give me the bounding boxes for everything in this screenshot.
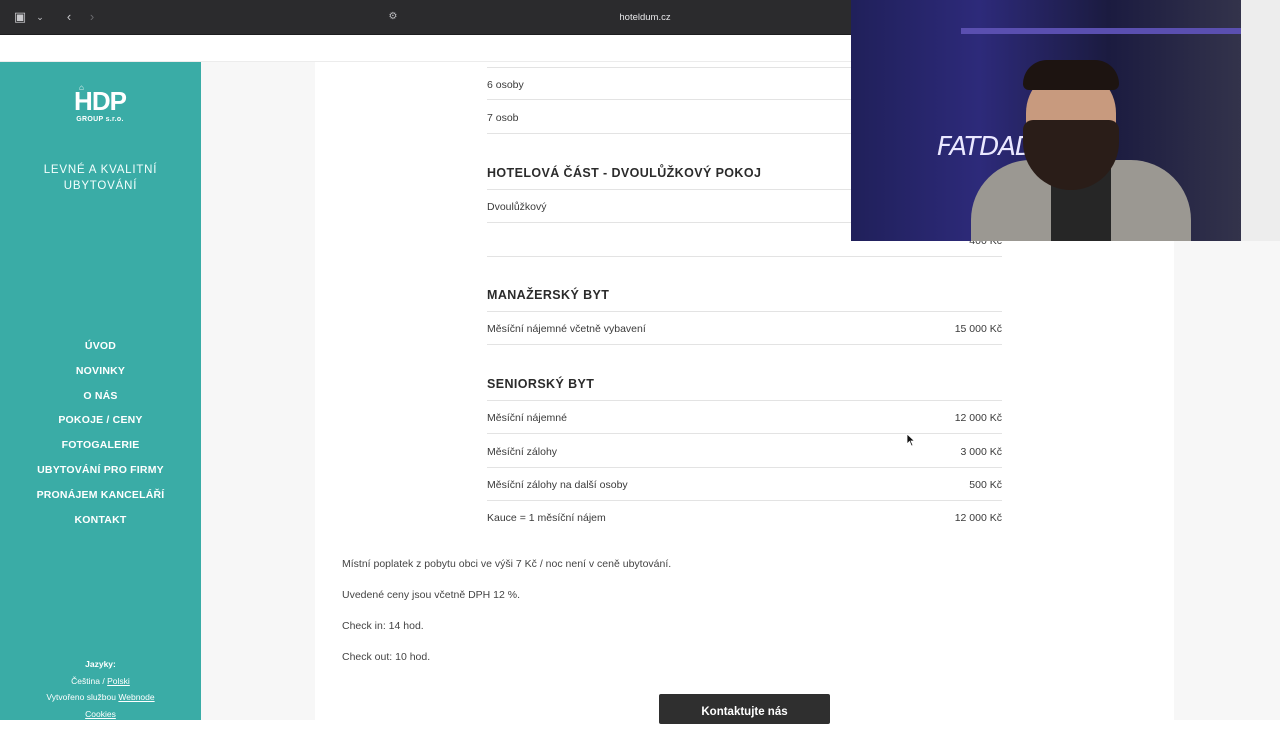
nav-item-kontakt[interactable]: KONTAKT <box>0 508 201 533</box>
nav-item-pokoje-ceny[interactable]: POKOJE / CENY <box>0 408 201 433</box>
row-value: 15 000 Kč <box>954 323 1002 335</box>
note-local-fee: Místní poplatek z pobytu obci ve výši 7 … <box>342 558 672 570</box>
row-value: 500 Kč <box>969 479 1002 491</box>
main-navigation: ÚVOD NOVINKY O NÁS POKOJE / CENY FOTOGAL… <box>0 334 201 532</box>
nav-item-o-nas[interactable]: O NÁS <box>0 384 201 409</box>
row-label: Měsíční zálohy na další osoby <box>487 479 628 491</box>
table-row: Měsíční nájemné včetně vybavení 15 000 K… <box>487 312 1002 345</box>
note-check-in: Check in: 14 hod. <box>342 620 424 632</box>
row-label: Měsíční zálohy <box>487 446 558 458</box>
logo-subtitle: GROUP s.r.o. <box>76 116 124 123</box>
language-current[interactable]: Čeština <box>71 676 100 686</box>
address-bar[interactable]: hoteldum.cz <box>560 10 730 26</box>
nav-item-pronajem-kancelari[interactable]: PRONÁJEM KANCELÁŘÍ <box>0 483 201 508</box>
note-check-out: Check out: 10 hod. <box>342 651 431 663</box>
house-icon: ⌂ <box>79 83 84 92</box>
note-vat: Uvedené ceny jsou včetně DPH 12 %. <box>342 589 521 601</box>
nav-item-ubytovani-pro-firmy[interactable]: UBYTOVÁNÍ PRO FIRMY <box>0 458 201 483</box>
chevron-down-icon[interactable]: ⌄ <box>31 9 49 25</box>
table-row: Měsíční zálohy 3 000 Kč <box>487 435 1002 468</box>
webcam-overlay: FATDAD <box>851 0 1280 241</box>
section-heading-manager: MANAŽERSKÝ BYT <box>487 288 610 302</box>
site-tagline: LEVNÉ A KVALITNÍ UBYTOVÁNÍ <box>43 164 158 192</box>
section-heading-senior: SENIORSKÝ BYT <box>487 377 595 391</box>
nav-item-novinky[interactable]: NOVINKY <box>0 359 201 384</box>
nav-item-fotogalerie[interactable]: FOTOGALERIE <box>0 433 201 458</box>
language-polski-link[interactable]: Polski <box>107 676 130 686</box>
page-settings-icon[interactable]: ⚙ <box>386 10 400 24</box>
row-label: 6 osoby <box>487 79 524 91</box>
row-value: 12 000 Kč <box>954 412 1002 424</box>
person-hair <box>1023 60 1119 90</box>
language-separator: / <box>102 675 105 686</box>
webcam-side-panel <box>1241 0 1280 241</box>
sidebar: ⌂ HDP GROUP s.r.o. LEVNÉ A KVALITNÍ UBYT… <box>0 62 201 720</box>
row-value: 3 000 Kč <box>960 446 1002 458</box>
logo-mark: HDP <box>74 86 127 116</box>
forward-icon[interactable]: › <box>83 9 101 25</box>
table-row: Měsíční nájemné 12 000 Kč <box>487 401 1002 434</box>
created-by-text: Vytvořeno službou <box>46 692 116 702</box>
nav-item-uvod[interactable]: ÚVOD <box>0 334 201 359</box>
table-row: Kauce = 1 měsíční nájem 12 000 Kč <box>487 501 1002 534</box>
row-label: Měsíční nájemné <box>487 412 567 424</box>
mouse-cursor-icon <box>906 433 916 447</box>
back-icon[interactable]: ‹ <box>60 9 78 25</box>
created-by: Vytvořeno službou Webnode <box>0 689 201 706</box>
row-label: 7 osob <box>487 112 519 124</box>
row-label: Měsíční nájemné včetně vybavení <box>487 323 646 335</box>
table-row: Měsíční zálohy na další osoby 500 Kč <box>487 468 1002 501</box>
row-label: Dvoulůžkový <box>487 201 547 213</box>
row-label: Kauce = 1 měsíční nájem <box>487 512 606 524</box>
section-heading-hotel: HOTELOVÁ ČÁST - DVOULŮŽKOVÝ POKOJ <box>487 166 762 180</box>
language-switcher: Čeština / Polski <box>0 673 201 690</box>
webcam-shelf <box>961 28 1241 34</box>
languages-label: Jazyky: <box>85 659 116 669</box>
webnode-link[interactable]: Webnode <box>118 692 154 702</box>
logo[interactable]: ⌂ HDP GROUP s.r.o. <box>68 83 132 133</box>
sidebar-toggle-icon[interactable]: ▣ <box>11 9 29 25</box>
webcam-person <box>971 50 1191 241</box>
row-value: 12 000 Kč <box>954 512 1002 524</box>
sidebar-footer: Jazyky: Čeština / Polski Vytvořeno služb… <box>0 656 201 722</box>
